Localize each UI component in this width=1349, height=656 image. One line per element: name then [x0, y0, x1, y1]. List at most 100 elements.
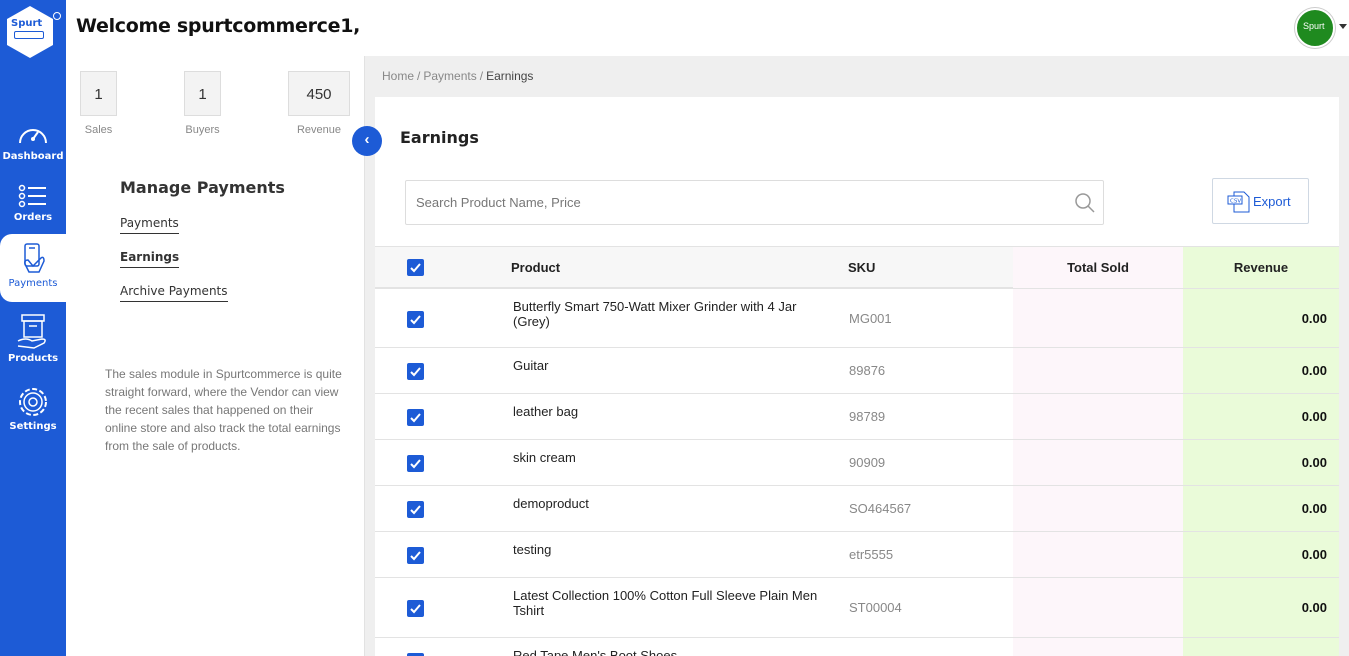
- rail-label: Settings: [9, 421, 57, 432]
- cell-total-sold: [1013, 532, 1183, 577]
- payment-card-icon: [24, 243, 45, 273]
- rail-item-settings[interactable]: Settings: [0, 385, 66, 445]
- earnings-table: Product SKU Total Sold Revenue Butterfly…: [375, 246, 1339, 656]
- rail-label: Orders: [13, 212, 53, 223]
- table-row[interactable]: leather bag 98789 0.00: [375, 394, 1339, 440]
- table-header: Product SKU Total Sold Revenue: [375, 246, 1339, 289]
- stat-label: Sales: [84, 124, 113, 136]
- user-avatar[interactable]: Spurt: [1295, 8, 1335, 48]
- check-icon: [410, 315, 421, 325]
- export-button[interactable]: CSV Export: [1212, 178, 1309, 224]
- earnings-card: Earnings CSV Export: [375, 97, 1339, 656]
- select-all-checkbox[interactable]: [407, 259, 424, 276]
- rail-label: Dashboard: [2, 151, 64, 162]
- cell-product: demoproduct: [513, 496, 589, 511]
- cell-product: Butterfly Smart 750-Watt Mixer Grinder w…: [513, 299, 797, 329]
- cell-total-sold: [1013, 578, 1183, 637]
- cell-total-sold: [1013, 289, 1183, 347]
- manage-payments-title: Manage Payments: [120, 178, 285, 197]
- collapse-panel-button[interactable]: ‹: [352, 126, 382, 156]
- check-icon: [410, 413, 421, 423]
- breadcrumb-current: Earnings: [486, 69, 534, 83]
- row-checkbox[interactable]: [407, 409, 424, 426]
- cell-sku: 90909: [849, 455, 886, 470]
- avatar-logo-text: Spurt: [1303, 21, 1325, 31]
- rail-item-orders[interactable]: Orders: [0, 182, 66, 242]
- check-icon: [410, 263, 421, 273]
- link-archive-payments[interactable]: Archive Payments: [120, 284, 228, 302]
- column-header-sku[interactable]: SKU: [848, 247, 875, 288]
- rail-item-payments[interactable]: Payments: [0, 234, 66, 302]
- row-checkbox[interactable]: [407, 547, 424, 564]
- cell-product: skin cream: [513, 450, 576, 465]
- cell-total-sold: [1013, 348, 1183, 393]
- brand-logo[interactable]: Spurt: [0, 0, 66, 66]
- row-checkbox[interactable]: [407, 363, 424, 380]
- table-row[interactable]: Red Tape Men's Boot Shoes: [375, 638, 1339, 656]
- table-row[interactable]: Latest Collection 100% Cotton Full Sleev…: [375, 578, 1339, 638]
- export-label: Export: [1253, 194, 1291, 209]
- cell-revenue: 0.00: [1183, 348, 1339, 393]
- stat-buyers: 1 Buyers: [184, 71, 221, 136]
- welcome-title: Welcome spurtcommerce1,: [76, 15, 361, 37]
- check-icon: [410, 551, 421, 561]
- stat-label: Buyers: [185, 124, 220, 136]
- cell-revenue: 0.00: [1183, 578, 1339, 637]
- module-description: The sales module in Spurtcommerce is qui…: [105, 367, 342, 453]
- rail-label: Products: [7, 353, 59, 364]
- app-root: Welcome spurtcommerce1, Spurt Spurt Dash…: [0, 0, 1349, 656]
- chevron-down-icon[interactable]: [1339, 24, 1347, 29]
- row-checkbox[interactable]: [407, 501, 424, 518]
- cell-total-sold: [1013, 440, 1183, 485]
- breadcrumb-home[interactable]: Home: [382, 69, 414, 83]
- breadcrumb: Home / Payments / Earnings: [382, 69, 533, 83]
- table-row[interactable]: demoproduct SO464567 0.00: [375, 486, 1339, 532]
- stat-value: 450: [288, 71, 350, 116]
- top-header: Welcome spurtcommerce1, Spurt: [0, 0, 1349, 56]
- stat-revenue: 450 Revenue: [288, 71, 350, 136]
- cell-sku: 89876: [849, 363, 886, 378]
- link-earnings[interactable]: Earnings: [120, 250, 180, 268]
- gear-icon: [19, 388, 47, 416]
- breadcrumb-separator: /: [417, 69, 421, 83]
- row-checkbox[interactable]: [407, 455, 424, 472]
- column-header-total-sold[interactable]: Total Sold: [1013, 247, 1183, 288]
- cell-total-sold: [1013, 486, 1183, 531]
- payments-panel: 1 Sales 1 Buyers 450 Revenue Manage Paym…: [66, 56, 365, 656]
- table-row[interactable]: testing etr5555 0.00: [375, 532, 1339, 578]
- search-box: [405, 180, 1104, 225]
- cell-product: Latest Collection 100% Cotton Full Sleev…: [513, 588, 818, 618]
- cell-revenue: 0.00: [1183, 486, 1339, 531]
- column-header-revenue[interactable]: Revenue: [1183, 247, 1339, 288]
- table-row[interactable]: Butterfly Smart 750-Watt Mixer Grinder w…: [375, 289, 1339, 348]
- stat-value: 1: [80, 71, 117, 116]
- cart-icon: [14, 31, 44, 39]
- cell-sku: etr5555: [849, 547, 894, 562]
- speedometer-icon: [19, 129, 47, 144]
- cell-sku: MG001: [849, 311, 892, 326]
- rail-item-dashboard[interactable]: Dashboard: [0, 121, 66, 181]
- check-icon: [410, 459, 421, 469]
- row-checkbox[interactable]: [407, 311, 424, 328]
- cell-revenue: [1183, 638, 1339, 656]
- search-icon[interactable]: [1075, 193, 1095, 213]
- cell-sku: 98789: [849, 409, 886, 424]
- search-input[interactable]: [406, 181, 1066, 224]
- cell-revenue: 0.00: [1183, 289, 1339, 347]
- registered-icon: [53, 12, 61, 20]
- cell-product: leather bag: [513, 404, 579, 419]
- link-payments[interactable]: Payments: [120, 216, 179, 234]
- row-checkbox[interactable]: [407, 600, 424, 617]
- check-icon: [410, 367, 421, 377]
- page-title: Earnings: [400, 128, 479, 147]
- cell-total-sold: [1013, 394, 1183, 439]
- rail-item-products[interactable]: Products: [0, 313, 66, 369]
- cell-total-sold: [1013, 638, 1183, 656]
- rail-label: Payments: [8, 278, 58, 289]
- cell-revenue: 0.00: [1183, 440, 1339, 485]
- table-row[interactable]: skin cream 90909 0.00: [375, 440, 1339, 486]
- column-header-product[interactable]: Product: [511, 247, 560, 288]
- check-icon: [410, 505, 421, 515]
- table-row[interactable]: Guitar 89876 0.00: [375, 348, 1339, 394]
- breadcrumb-payments[interactable]: Payments: [423, 69, 476, 83]
